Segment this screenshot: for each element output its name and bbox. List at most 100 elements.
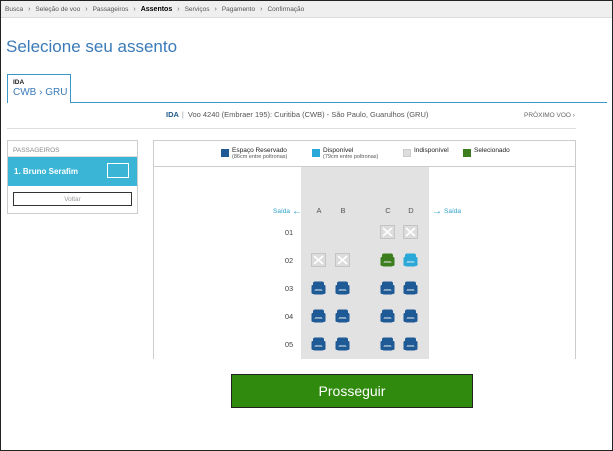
seat-01C <box>380 225 395 239</box>
seat-05A[interactable] <box>311 337 326 351</box>
breadcrumb-separator-icon: › <box>214 5 217 13</box>
breadcrumb-separator-icon: › <box>177 5 180 13</box>
seat-unavailable-icon <box>403 225 418 239</box>
seat-reserved-icon <box>403 281 418 295</box>
breadcrumb-separator-icon: › <box>85 5 88 13</box>
back-button[interactable]: Voltar <box>13 192 132 206</box>
legend-title: Selecionado <box>474 147 510 154</box>
seat-unavailable-icon <box>380 225 395 239</box>
seat-04B[interactable] <box>335 309 350 323</box>
breadcrumb-separator-icon: › <box>133 5 136 13</box>
seat-03D[interactable] <box>403 281 418 295</box>
flight-details: Voo 4240 (Embraer 195): Curitiba (CWB) -… <box>187 110 429 119</box>
breadcrumb-separator-icon: › <box>260 5 263 13</box>
next-flight-link[interactable]: PRÓXIMO VOO › <box>524 112 575 119</box>
row-number: 01 <box>284 228 294 237</box>
row-number: 05 <box>284 340 294 349</box>
column-header: C <box>385 206 391 215</box>
seat-02D[interactable] <box>403 253 418 267</box>
exit-right-label: Saída <box>444 208 461 215</box>
passenger-name: 1. Bruno Serafim <box>14 167 79 176</box>
seat-available-icon <box>403 253 418 267</box>
breadcrumb-item[interactable]: Passageiros <box>93 6 129 13</box>
tab-underline <box>70 102 607 103</box>
row-number: 02 <box>284 256 294 265</box>
breadcrumb-item[interactable]: Seleção de voo <box>35 6 80 13</box>
seat-reserved-icon <box>403 309 418 323</box>
seat-unavailable-icon <box>335 253 350 267</box>
seat-05C[interactable] <box>380 337 395 351</box>
legend-selected: Selecionado <box>463 147 510 157</box>
seat-05B[interactable] <box>335 337 350 351</box>
legend-title: Espaço Reservado <box>232 147 287 154</box>
seat-04C[interactable] <box>380 309 395 323</box>
seat-01D <box>403 225 418 239</box>
seat-reserved-icon <box>335 337 350 351</box>
assigned-seat-box <box>107 163 129 178</box>
seat-map: Espaço Reservado (86cm entre poltronas) Di… <box>153 140 576 359</box>
seat-02C[interactable] <box>380 253 395 267</box>
divider: | <box>181 110 184 119</box>
tab-route: CWB › GRU <box>13 87 68 98</box>
legend-swatch <box>463 149 471 157</box>
breadcrumb-item[interactable]: Busca <box>5 6 23 13</box>
row-number: 03 <box>284 284 294 293</box>
row-number: 04 <box>284 312 294 321</box>
exit-left: Saída ← <box>273 206 302 217</box>
breadcrumb-item[interactable]: Confirmação <box>267 6 304 13</box>
seat-reserved-icon <box>380 281 395 295</box>
breadcrumb: Busca › Seleção de voo › Passageiros › Assento… <box>1 1 612 18</box>
arrow-left-icon: ← <box>292 206 302 217</box>
seat-04A[interactable] <box>311 309 326 323</box>
tab-ida[interactable]: IDA CWB › GRU <box>7 74 71 103</box>
exit-right: → Saída <box>432 206 461 217</box>
legend-swatch <box>221 149 229 157</box>
page-title: Selecione seu assento <box>6 37 178 56</box>
seat-reserved-icon <box>311 309 326 323</box>
flight-direction: IDA <box>166 110 179 119</box>
passengers-panel: PASSAGEIROS 1. Bruno Serafim Voltar <box>7 140 138 214</box>
seat-03B[interactable] <box>335 281 350 295</box>
flight-info: IDA | Voo 4240 (Embraer 195): Curitiba (CW… <box>166 110 428 119</box>
legend-available: Disponível (79cm entre poltronas) <box>312 147 379 160</box>
breadcrumb-item[interactable]: Serviços <box>185 6 210 13</box>
seat-reserved-icon <box>335 309 350 323</box>
passenger-selected[interactable]: 1. Bruno Serafim <box>8 157 137 186</box>
legend-subtitle: (86cm entre poltronas) <box>232 154 288 160</box>
seat-reserved-icon <box>403 337 418 351</box>
seat-unavailable-icon <box>311 253 326 267</box>
fuselage <box>301 141 429 359</box>
proceed-button[interactable]: Prosseguir <box>231 374 473 408</box>
legend-reserved: Espaço Reservado (86cm entre poltronas) <box>221 147 288 160</box>
exit-left-label: Saída <box>273 208 290 215</box>
seat-04D[interactable] <box>403 309 418 323</box>
seat-03C[interactable] <box>380 281 395 295</box>
legend-text: Espaço Reservado (86cm entre poltronas) <box>232 147 288 160</box>
legend-title: Disponível <box>323 147 354 154</box>
column-header: D <box>408 206 414 215</box>
column-header: B <box>340 206 346 215</box>
legend-title: Indisponível <box>414 147 449 154</box>
seat-05D[interactable] <box>403 337 418 351</box>
legend-unavailable: Indisponível <box>403 147 449 157</box>
tab-label: IDA <box>13 79 25 86</box>
seat-reserved-icon <box>380 337 395 351</box>
breadcrumb-item[interactable]: Pagamento <box>222 6 255 13</box>
seat-reserved-icon <box>311 337 326 351</box>
breadcrumb-separator-icon: › <box>28 5 31 13</box>
seat-legend: Espaço Reservado (86cm entre poltronas) Di… <box>154 141 575 167</box>
passengers-heading: PASSAGEIROS <box>8 141 137 157</box>
seat-selected-icon <box>380 253 395 267</box>
seat-reserved-icon <box>335 281 350 295</box>
divider <box>7 128 576 129</box>
seat-02A <box>311 253 326 267</box>
arrow-right-icon: → <box>432 206 442 217</box>
legend-text: Indisponível <box>414 147 449 154</box>
legend-text: Disponível (79cm entre poltronas) <box>323 147 379 160</box>
seat-02B <box>335 253 350 267</box>
legend-text: Selecionado <box>474 147 510 154</box>
legend-subtitle: (79cm entre poltronas) <box>323 154 379 160</box>
seat-03A[interactable] <box>311 281 326 295</box>
seat-reserved-icon <box>311 281 326 295</box>
legend-swatch <box>403 149 411 157</box>
